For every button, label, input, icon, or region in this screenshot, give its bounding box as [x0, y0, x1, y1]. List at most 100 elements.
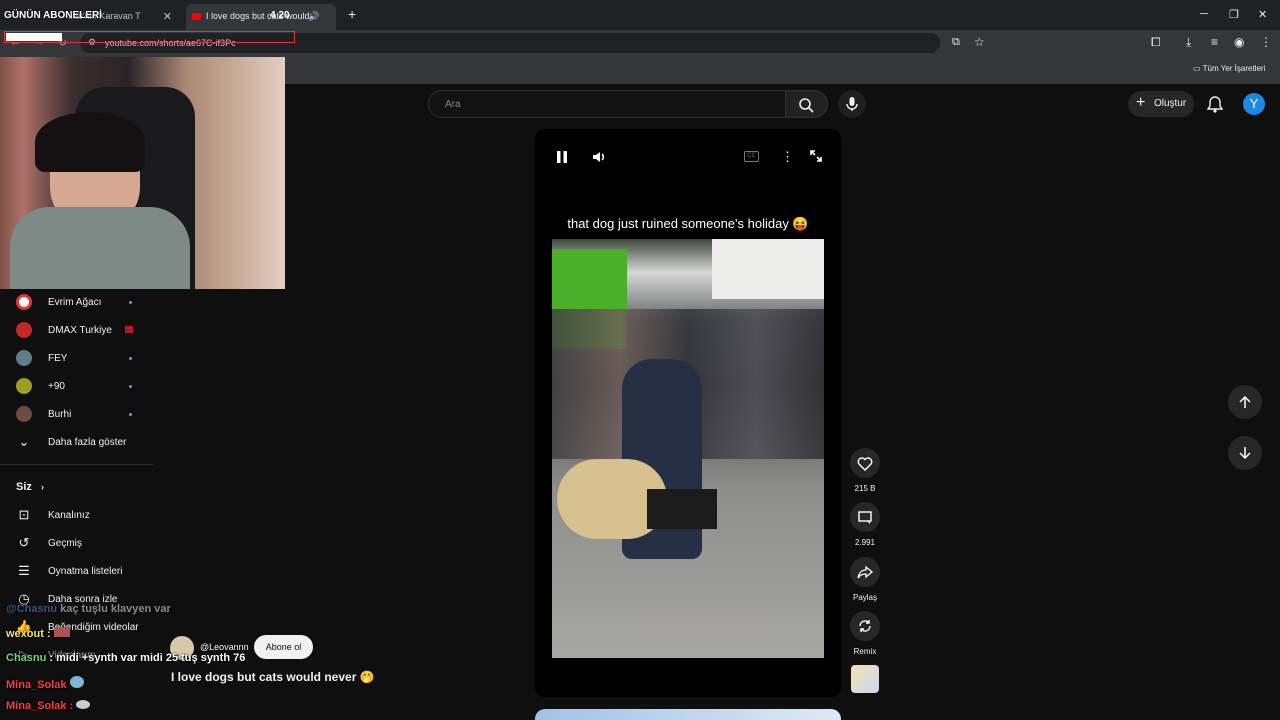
emote-icon [53, 627, 70, 637]
comments-button[interactable] [850, 502, 880, 532]
video-caption: that dog just ruined someone's holiday 😝 [567, 216, 809, 231]
share-icon [857, 565, 873, 579]
emote-icon [69, 676, 84, 688]
sidebar-sub-burhi[interactable]: Burhi [16, 402, 71, 426]
previous-short-button[interactable] [1228, 385, 1262, 419]
video-frame[interactable] [552, 239, 824, 658]
channel-handle[interactable]: @Leovannn [200, 642, 249, 652]
remix-button[interactable] [850, 611, 880, 641]
install-app-icon[interactable]: ⧉ [952, 36, 960, 49]
close-window-icon[interactable]: ✕ [1258, 8, 1267, 21]
search-input[interactable]: Ara [428, 90, 786, 118]
show-more-label: Daha fazla göster [48, 436, 127, 448]
chat-message: Mina_Solak : [6, 700, 91, 712]
chevron-right-icon: › [40, 482, 44, 492]
create-button[interactable]: + Oluştur [1128, 91, 1194, 117]
profile-icon[interactable]: ◉ [1234, 35, 1244, 49]
search-button[interactable] [786, 90, 828, 118]
voice-search-button[interactable] [838, 90, 866, 118]
chat-text: : midi +synth var midi 25 tuş synth 76 [49, 652, 246, 664]
streamer-jacket [10, 207, 190, 289]
nav-label: Kanalınız [48, 509, 90, 521]
browser-menu-icon[interactable]: ⋮ [1260, 35, 1272, 49]
pause-icon[interactable] [556, 150, 568, 169]
sidebar-sub-plus90[interactable]: +90 [16, 374, 65, 398]
media-control-icon[interactable]: ≡ [1211, 35, 1218, 49]
audio-playing-icon[interactable]: 🔊 [308, 11, 319, 22]
bookmark-star-icon[interactable]: ☆ [974, 35, 985, 49]
next-short-button[interactable] [1228, 436, 1262, 470]
playlist-icon: ☰ [18, 563, 30, 578]
suitcase [647, 489, 717, 529]
download-icon[interactable]: ⤓ [1186, 35, 1191, 50]
channel-avatar [16, 378, 32, 394]
subscribers-box [4, 31, 295, 43]
chat-message: wexout : [6, 627, 70, 640]
sidebar-show-more[interactable]: ⌄ Daha fazla göster [16, 430, 127, 454]
fullscreen-icon[interactable] [809, 149, 823, 168]
search-placeholder: Ara [445, 99, 461, 110]
chat-text: kaç tuşlu klavyen var [60, 603, 171, 615]
shorts-player[interactable]: CC ⋮ that dog just ruined someone's holi… [535, 129, 841, 697]
captions-icon[interactable]: CC [744, 151, 759, 162]
channel-name: Burhi [48, 408, 72, 420]
chat-message: Chasnu : midi +synth var midi 25 tuş syn… [6, 652, 245, 664]
emote-icon [76, 700, 91, 709]
browser-tab-bar: ...te'nin Karavan T ✕ I love dogs but ca… [0, 0, 1280, 30]
nav-label: Geçmiş [48, 537, 82, 549]
share-label: Paylaş [852, 593, 877, 602]
new-content-dot [129, 413, 132, 416]
history-icon: ↺ [18, 535, 30, 550]
webcam-feed [0, 57, 285, 289]
comment-count: 2.991 [854, 538, 876, 547]
like-button[interactable] [850, 448, 880, 478]
ups-truck [712, 239, 824, 299]
share-button[interactable] [850, 557, 880, 587]
all-bookmarks-folder[interactable]: ▭ Tüm Yer İşaretleri [1193, 64, 1265, 73]
streamer-hair [35, 112, 145, 172]
new-content-dot [129, 385, 132, 388]
nav-label: Oynatma listeleri [48, 565, 123, 577]
youtube-favicon-icon [192, 13, 201, 20]
channel-name: DMAX Turkiye [48, 324, 112, 336]
new-content-dot [129, 301, 132, 304]
you-section-heading[interactable]: Siz › [16, 481, 44, 493]
sidebar-your-channel[interactable]: ⊡ Kanalınız [16, 503, 90, 527]
channel-avatar [16, 322, 32, 338]
stream-counter: 4 20 [270, 10, 290, 21]
like-count: 215 B [854, 484, 876, 493]
notifications-icon[interactable] [1206, 95, 1224, 118]
account-avatar[interactable]: Y [1243, 93, 1265, 115]
maximize-icon[interactable]: ❐ [1229, 8, 1239, 21]
chat-user: @Chasnu [6, 603, 58, 615]
arrow-up-icon [1239, 395, 1251, 408]
next-short-preview[interactable] [535, 709, 841, 720]
remix-label: Remix [853, 647, 877, 656]
search-icon [799, 98, 814, 113]
volume-icon[interactable] [591, 149, 607, 170]
new-content-dot [129, 357, 132, 360]
channel-name: Evrim Ağacı [48, 296, 102, 308]
subscribe-button[interactable]: Abone ol [254, 635, 313, 659]
short-title: I love dogs but cats would never 🤭 [171, 670, 375, 684]
user-square-icon: ⊡ [18, 507, 30, 522]
minimize-icon[interactable]: ─ [1200, 8, 1208, 20]
browser-tab-active[interactable]: I love dogs but cats would 🔊 [186, 4, 336, 30]
sidebar-sub-fey[interactable]: FEY [16, 346, 67, 370]
audio-thumbnail[interactable] [851, 665, 879, 693]
extensions-puzzle-icon[interactable]: ⧠ [1151, 35, 1161, 50]
tab-title: I love dogs but cats would [206, 11, 310, 21]
chat-message: @Chasnu kaç tuşlu klavyen var [6, 603, 171, 615]
sidebar-history[interactable]: ↺ Geçmiş [16, 531, 82, 555]
heart-icon [857, 456, 873, 471]
channel-name: FEY [48, 352, 68, 364]
sidebar-divider [0, 464, 153, 465]
more-options-icon[interactable]: ⋮ [781, 149, 794, 165]
remix-icon [859, 620, 871, 632]
sidebar-sub-evrim-agaci[interactable]: Evrim Ağacı [16, 290, 101, 314]
comment-icon [858, 510, 872, 524]
sidebar-playlists[interactable]: ☰ Oynatma listeleri [16, 559, 122, 583]
close-tab-icon[interactable]: ✕ [163, 10, 172, 23]
new-tab-icon[interactable]: + [348, 6, 356, 22]
sidebar-sub-dmax[interactable]: DMAX Turkiye [16, 318, 112, 342]
